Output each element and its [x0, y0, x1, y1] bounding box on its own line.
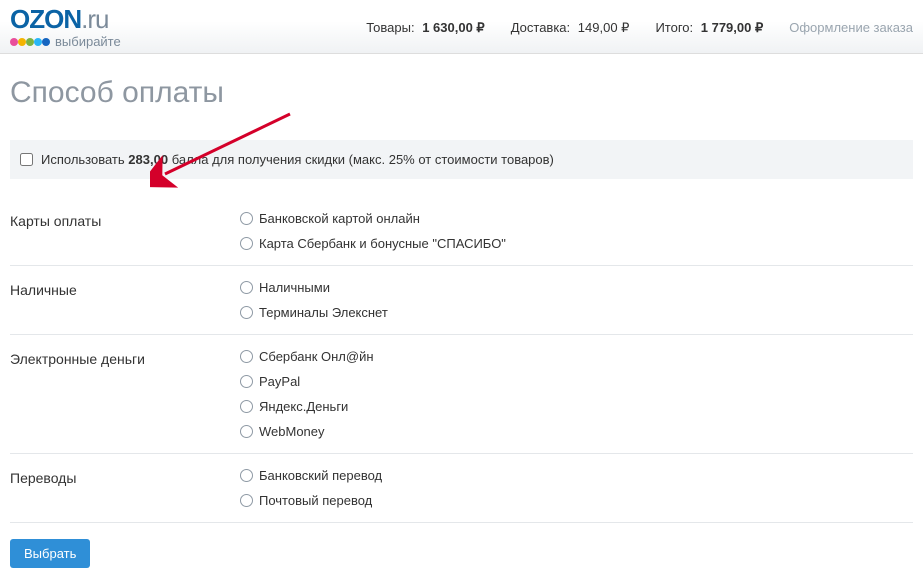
page-title: Способ оплаты: [10, 76, 913, 110]
payment-option-label: Почтовый перевод: [259, 493, 372, 508]
logo-dot-icon: [10, 38, 18, 46]
payment-section: Карты оплаты Банковской картой онлайн Карт…: [10, 197, 913, 266]
payment-section: Наличные Наличными Терминалы Элекснет: [10, 266, 913, 335]
payment-option-label: Наличными: [259, 280, 330, 295]
section-options: Сбербанк Онл@йн PayPal Яндекс.Деньги WebMon…: [240, 349, 913, 439]
logo[interactable]: OZON.ru выбирайте: [10, 6, 170, 49]
radio-icon[interactable]: [240, 306, 253, 319]
payment-option[interactable]: Терминалы Элекснет: [240, 305, 913, 320]
use-points-row: Использовать 283,00 балла для получения …: [10, 140, 913, 179]
payment-option-label: Банковский перевод: [259, 468, 382, 483]
use-points-checkbox[interactable]: [20, 153, 33, 166]
payment-option-label: Карта Сбербанк и бонусные "СПАСИБО": [259, 236, 506, 251]
payment-option-label: Яндекс.Деньги: [259, 399, 348, 414]
logo-dot-icon: [42, 38, 50, 46]
radio-icon[interactable]: [240, 212, 253, 225]
checkout-step-label: Оформление заказа: [789, 20, 913, 35]
summary-goods: Товары: 1 630,00 ₽: [366, 20, 484, 36]
section-options: Банковский перевод Почтовый перевод: [240, 468, 913, 508]
radio-icon[interactable]: [240, 375, 253, 388]
payment-option[interactable]: PayPal: [240, 374, 913, 389]
payment-option[interactable]: Почтовый перевод: [240, 493, 913, 508]
radio-icon[interactable]: [240, 400, 253, 413]
payment-section: Электронные деньги Сбербанк Онл@йн PayPal Я…: [10, 335, 913, 454]
order-summary: Товары: 1 630,00 ₽ Доставка: 149,00 ₽ Ит…: [190, 20, 913, 36]
payment-option[interactable]: Яндекс.Деньги: [240, 399, 913, 414]
submit-button[interactable]: Выбрать: [10, 539, 90, 568]
logo-dot-icon: [18, 38, 26, 46]
payment-option-label: PayPal: [259, 374, 300, 389]
section-label: Переводы: [10, 468, 240, 508]
payment-option[interactable]: Наличными: [240, 280, 913, 295]
radio-icon[interactable]: [240, 281, 253, 294]
radio-icon[interactable]: [240, 425, 253, 438]
logo-dot-icon: [34, 38, 42, 46]
logo-name-domain: .ru: [81, 4, 108, 34]
payment-option-label: Банковской картой онлайн: [259, 211, 420, 226]
use-points-label: Использовать 283,00 балла для получения …: [41, 152, 554, 167]
radio-icon[interactable]: [240, 237, 253, 250]
logo-subtitle-row: выбирайте: [10, 34, 121, 49]
payment-option[interactable]: Банковской картой онлайн: [240, 211, 913, 226]
payment-option-label: Терминалы Элекснет: [259, 305, 388, 320]
payment-option-label: Сбербанк Онл@йн: [259, 349, 374, 364]
payment-option[interactable]: Сбербанк Онл@йн: [240, 349, 913, 364]
section-options: Банковской картой онлайн Карта Сбербанк и…: [240, 211, 913, 251]
radio-icon[interactable]: [240, 350, 253, 363]
section-options: Наличными Терминалы Элекснет: [240, 280, 913, 320]
payment-option[interactable]: Банковский перевод: [240, 468, 913, 483]
logo-text: OZON.ru: [10, 6, 108, 32]
payment-option-label: WebMoney: [259, 424, 325, 439]
logo-dot-icon: [26, 38, 34, 46]
summary-delivery: Доставка: 149,00 ₽: [511, 20, 630, 36]
payment-option[interactable]: WebMoney: [240, 424, 913, 439]
logo-name-main: OZON: [10, 4, 81, 34]
section-label: Электронные деньги: [10, 349, 240, 439]
summary-total: Итого: 1 779,00 ₽: [655, 20, 763, 36]
header-bar: OZON.ru выбирайте Товары: 1 630,00 ₽ Дос…: [0, 0, 923, 54]
radio-icon[interactable]: [240, 469, 253, 482]
logo-subtitle: выбирайте: [55, 34, 121, 49]
content-area: Способ оплаты Использовать 283,00 балла …: [0, 54, 923, 588]
payment-section: Переводы Банковский перевод Почтовый перев…: [10, 454, 913, 523]
payment-option[interactable]: Карта Сбербанк и бонусные "СПАСИБО": [240, 236, 913, 251]
section-label: Наличные: [10, 280, 240, 320]
section-label: Карты оплаты: [10, 211, 240, 251]
radio-icon[interactable]: [240, 494, 253, 507]
